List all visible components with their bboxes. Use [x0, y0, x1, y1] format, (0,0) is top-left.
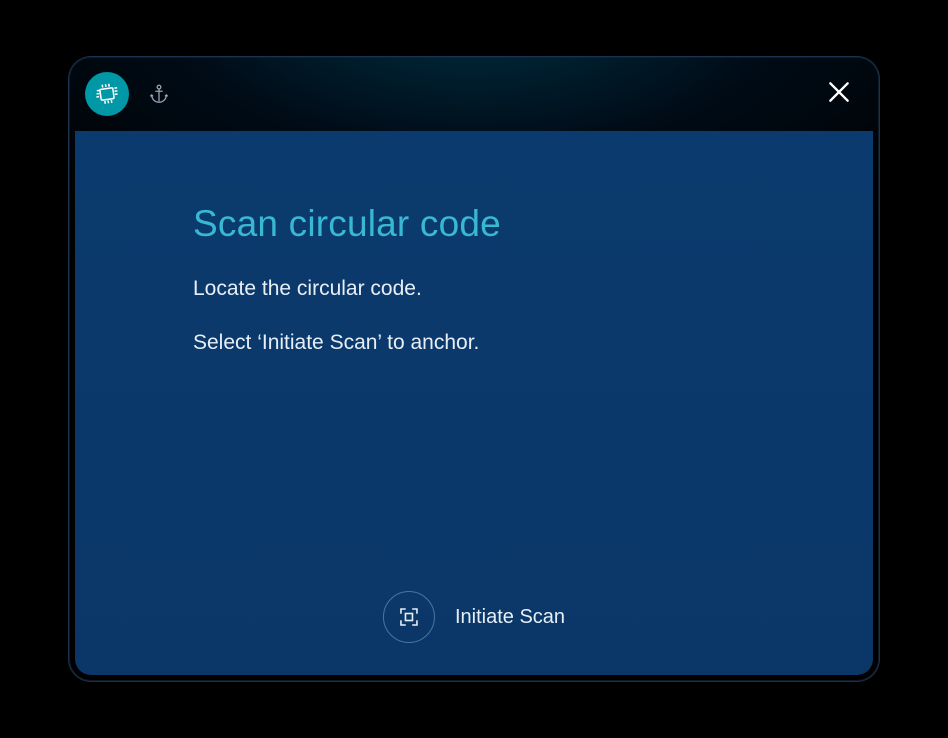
dialog-window: Scan circular code Locate the circular c…	[69, 57, 879, 681]
close-icon	[826, 79, 852, 110]
titlebar	[69, 57, 879, 131]
instruction-line-2: Select ‘Initiate Scan’ to anchor.	[193, 329, 793, 357]
scan-frame-icon	[383, 591, 435, 643]
page-heading: Scan circular code	[193, 203, 793, 245]
scan-tab[interactable]	[85, 72, 129, 116]
anchor-icon	[148, 83, 170, 105]
content-panel: Scan circular code Locate the circular c…	[75, 131, 873, 675]
processor-icon	[94, 81, 120, 107]
initiate-scan-button[interactable]: Initiate Scan	[383, 591, 565, 643]
close-button[interactable]	[819, 74, 859, 114]
initiate-scan-label: Initiate Scan	[455, 606, 565, 629]
anchor-tab[interactable]	[137, 72, 181, 116]
instruction-line-1: Locate the circular code.	[193, 275, 793, 303]
